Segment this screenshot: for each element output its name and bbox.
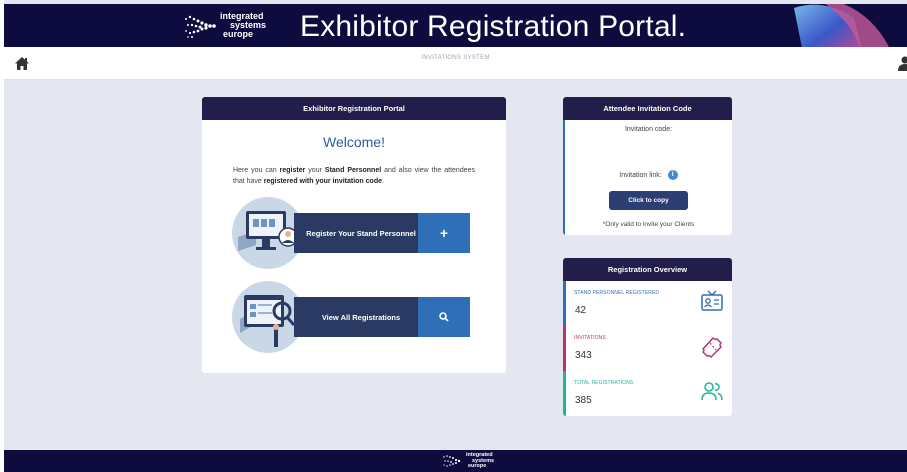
invitation-link-label: Invitation link: — [619, 171, 662, 179]
user-icon[interactable] — [897, 55, 907, 71]
intro-part: Here you can — [233, 167, 280, 174]
intro-bold: Stand Personnel — [324, 167, 382, 174]
copy-button[interactable]: Click to copy — [609, 191, 688, 210]
stat-value: 343 — [575, 350, 592, 361]
page: integrated systems europe Exhibitor Regi… — [4, 0, 907, 472]
system-label: INVITATIONS SYSTEM — [421, 55, 490, 61]
search-icon — [439, 312, 449, 322]
invitation-code-label: Invitation code: — [624, 126, 673, 133]
banner-title: Exhibitor Registration Portal. — [300, 10, 687, 43]
intro-part: your — [305, 167, 325, 174]
view-all-registrations-action[interactable]: View All Registrations — [232, 281, 470, 353]
stat-label: STAND PERSONNEL REGISTERED — [574, 290, 660, 296]
stat-invitations: INVITATIONS 343 — [563, 326, 732, 371]
banner-swoosh-graphic — [794, 4, 889, 47]
stat-label: INVITATIONS — [574, 335, 606, 341]
stat-total-registrations: TOTAL REGISTRATIONS 385 — [563, 371, 732, 416]
welcome-heading: Welcome! — [323, 134, 385, 150]
view-search-button[interactable] — [418, 297, 470, 337]
header-banner: integrated systems europe Exhibitor Regi… — [4, 4, 907, 47]
info-icon[interactable]: i — [667, 170, 678, 180]
intro-text: Here you can register your Stand Personn… — [233, 165, 475, 187]
card-header: Registration Overview — [563, 258, 732, 281]
logo-text: integrated systems europe — [220, 12, 266, 39]
id-card-icon — [701, 290, 723, 311]
footer: integrated systems europe — [4, 450, 907, 472]
stat-label: TOTAL REGISTRATIONS — [574, 380, 634, 386]
logo-line: europe — [223, 29, 254, 39]
top-navigation-bar: INVITATIONS SYSTEM — [4, 47, 907, 80]
ticket-icon — [702, 337, 722, 358]
footer-logo-dots-icon — [443, 455, 461, 467]
attendee-invitation-card: Attendee Invitation Code Invitation code… — [563, 97, 732, 235]
card-header: Exhibitor Registration Portal — [202, 97, 506, 120]
stat-value: 385 — [575, 395, 592, 406]
stat-value: 42 — [575, 305, 587, 316]
users-icon — [701, 382, 723, 401]
intro-bold: registered with your invitation code — [263, 178, 382, 185]
stat-stand-personnel: STAND PERSONNEL REGISTERED 42 — [563, 281, 732, 326]
view-registrations-label[interactable]: View All Registrations — [294, 297, 418, 337]
invitation-link-row: Invitation link: i — [565, 170, 732, 180]
intro-bold: register — [279, 167, 306, 174]
registration-overview-card: Registration Overview STAND PERSONNEL RE… — [563, 258, 732, 416]
logo-dots-icon — [185, 15, 216, 38]
register-stand-personnel-action[interactable]: Register Your Stand Personnel + — [232, 197, 470, 269]
intro-part: . — [382, 178, 384, 185]
card-header: Attendee Invitation Code — [563, 97, 732, 120]
register-plus-button[interactable]: + — [418, 213, 470, 253]
invitation-note: *Only valid to invite your Clients — [602, 221, 695, 228]
exhibitor-portal-card: Exhibitor Registration Portal Welcome! H… — [202, 97, 506, 373]
footer-logo-text: integrated systems europe — [466, 452, 494, 470]
register-label[interactable]: Register Your Stand Personnel — [294, 213, 418, 253]
invitation-body: Invitation code: Invitation link: i Click… — [563, 120, 732, 235]
footer-logo-line: europe — [468, 463, 487, 469]
